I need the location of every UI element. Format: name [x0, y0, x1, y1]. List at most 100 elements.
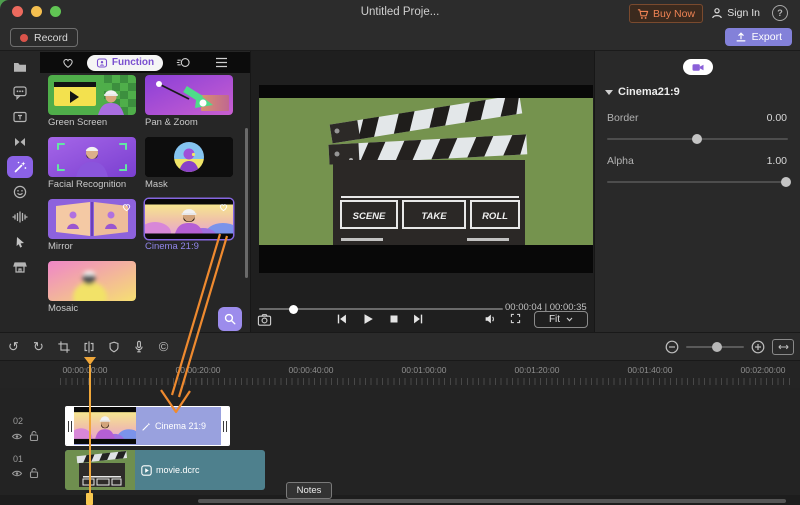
timeline-horizontal-scrollbar[interactable] — [198, 499, 786, 503]
fullscreen-icon[interactable] — [509, 312, 522, 325]
effect-label: Pan & Zoom — [145, 117, 198, 128]
buy-now-button[interactable]: Buy Now — [628, 4, 703, 23]
volume-icon[interactable] — [483, 312, 497, 326]
sidebar-item-cursor[interactable] — [7, 231, 33, 253]
previous-frame-icon[interactable] — [335, 312, 349, 326]
cinema-clip-body: Cinema 21:9 — [136, 407, 221, 445]
alpha-slider[interactable] — [607, 177, 791, 187]
snapshot-camera-icon[interactable] — [257, 312, 272, 327]
effect-item-pan-zoom[interactable]: Pan & Zoom — [145, 75, 233, 128]
marker-shield-icon[interactable] — [105, 338, 122, 355]
cinema-219-thumbnail — [145, 199, 233, 239]
track-visibility-eye-icon[interactable] — [11, 468, 23, 479]
seek-thumb[interactable] — [289, 304, 298, 314]
help-icon[interactable]: ? — [772, 5, 788, 21]
zoom-out-icon[interactable] — [665, 340, 679, 354]
transition-icon — [12, 134, 28, 150]
tab-function[interactable]: Function — [87, 54, 163, 71]
speed-effects-tab[interactable] — [176, 56, 191, 69]
sidebar-item-store[interactable] — [7, 256, 33, 278]
copyright-icon[interactable]: © — [155, 338, 172, 355]
effect-item-mosaic[interactable]: Mosaic — [48, 261, 136, 314]
clip-trim-handle-right[interactable] — [221, 407, 229, 445]
menu-icon[interactable] — [215, 57, 228, 68]
crop-icon[interactable] — [55, 338, 72, 355]
fit-zoom-dropdown[interactable]: Fit — [534, 311, 588, 328]
preview-seek-bar[interactable] — [259, 304, 503, 314]
facial-recognition-thumbnail — [48, 137, 136, 177]
cinema-clip-label: Cinema 21:9 — [155, 421, 207, 431]
title-bar: Untitled Proje... Buy Now Sign In ? Reco… — [0, 0, 800, 51]
sidebar-item-transitions[interactable] — [7, 131, 33, 153]
cart-icon — [637, 8, 649, 20]
ruler-tick-label: 00:01:00:00 — [401, 365, 447, 375]
record-button[interactable]: Record — [10, 28, 78, 47]
microphone-icon[interactable] — [130, 338, 147, 355]
track-visibility-eye-icon[interactable] — [11, 431, 23, 442]
alpha-label: Alpha — [607, 155, 634, 167]
stop-icon[interactable] — [387, 312, 401, 326]
effect-properties-header[interactable]: Cinema21:9 — [605, 86, 680, 98]
effect-item-green-screen[interactable]: Green Screen — [48, 75, 136, 128]
effect-label: Mosaic — [48, 303, 79, 314]
border-slider-thumb[interactable] — [692, 134, 703, 144]
zoom-in-icon[interactable] — [751, 340, 765, 354]
play-icon[interactable] — [361, 312, 375, 326]
sidebar-item-media[interactable] — [7, 56, 33, 78]
ruler-tick-label: 00:00:00:00 — [62, 365, 108, 375]
ruler-tick-marks — [60, 378, 792, 385]
effect-item-mirror[interactable]: Mirror — [48, 199, 136, 252]
buy-now-label: Buy Now — [652, 7, 695, 20]
search-button[interactable] — [218, 307, 242, 331]
edit-tools: ↺ ↻ © — [5, 338, 172, 355]
track-lock-icon[interactable] — [28, 467, 40, 479]
favorite-heart-icon[interactable] — [218, 202, 229, 212]
export-button[interactable]: Export — [724, 28, 792, 46]
timeline-ruler[interactable]: 00:00:00:00 00:00:20:00 00:00:40:00 00:0… — [0, 361, 800, 388]
undo-icon[interactable]: ↺ — [5, 338, 22, 355]
ruler-tick-label: 00:01:20:00 — [514, 365, 560, 375]
playhead-handle[interactable] — [84, 357, 96, 365]
sidebar-item-stickers[interactable] — [7, 181, 33, 203]
favorite-heart-icon[interactable] — [121, 202, 132, 212]
play-badge-icon — [141, 464, 152, 476]
ruler-tick-label: 00:02:00:00 — [740, 365, 786, 375]
clip-trim-handle-left[interactable] — [66, 407, 74, 445]
border-slider[interactable] — [607, 134, 788, 144]
sidebar-item-audio-mixer[interactable] — [7, 206, 33, 228]
cinema-clip-thumbnail — [74, 407, 136, 445]
clapper-roll-label: ROLL — [482, 211, 508, 222]
video-viewport[interactable]: SCENE TAKE ROLL — [259, 85, 593, 273]
sign-in-button[interactable]: Sign In — [711, 5, 760, 21]
next-frame-icon[interactable] — [411, 312, 425, 326]
effects-panel-scrollbar[interactable] — [245, 128, 248, 278]
playhead-line[interactable] — [89, 365, 91, 505]
favorites-tab[interactable] — [61, 56, 75, 69]
record-label: Record — [34, 31, 68, 44]
chevron-down-icon — [566, 317, 573, 322]
properties-panel: Cinema21:9 Border 0.00 Alpha 1.00 — [595, 50, 800, 332]
track-lock-icon[interactable] — [28, 430, 40, 442]
effects-tab-bar: Function — [40, 52, 250, 73]
sidebar-item-audio-comments[interactable] — [7, 81, 33, 103]
cursor-arrow-icon — [12, 234, 28, 250]
fit-timeline-icon[interactable] — [772, 339, 794, 355]
redo-icon[interactable]: ↻ — [30, 338, 47, 355]
movie-clip-label: movie.dcrc — [156, 465, 200, 475]
export-icon — [735, 31, 747, 43]
timeline-zoom-slider[interactable] — [686, 342, 744, 352]
alpha-slider-thumb[interactable] — [780, 177, 791, 187]
person-icon — [711, 7, 723, 19]
effect-item-cinema-219[interactable]: Cinema 21:9 — [145, 199, 233, 252]
tab-video-effect[interactable] — [683, 59, 713, 75]
timeline-clip-movie[interactable]: movie.dcrc — [65, 450, 265, 490]
record-dot-icon — [20, 33, 28, 42]
sidebar-item-titles[interactable] — [7, 106, 33, 128]
split-icon[interactable] — [80, 338, 97, 355]
title-text-icon — [12, 109, 28, 125]
sidebar-item-effects[interactable] — [7, 156, 33, 178]
zoom-slider-thumb[interactable] — [712, 342, 723, 352]
timeline-zoom-controls — [665, 339, 794, 355]
effect-item-mask[interactable]: Mask — [145, 137, 233, 190]
effect-item-facial-recognition[interactable]: Facial Recognition — [48, 137, 136, 190]
